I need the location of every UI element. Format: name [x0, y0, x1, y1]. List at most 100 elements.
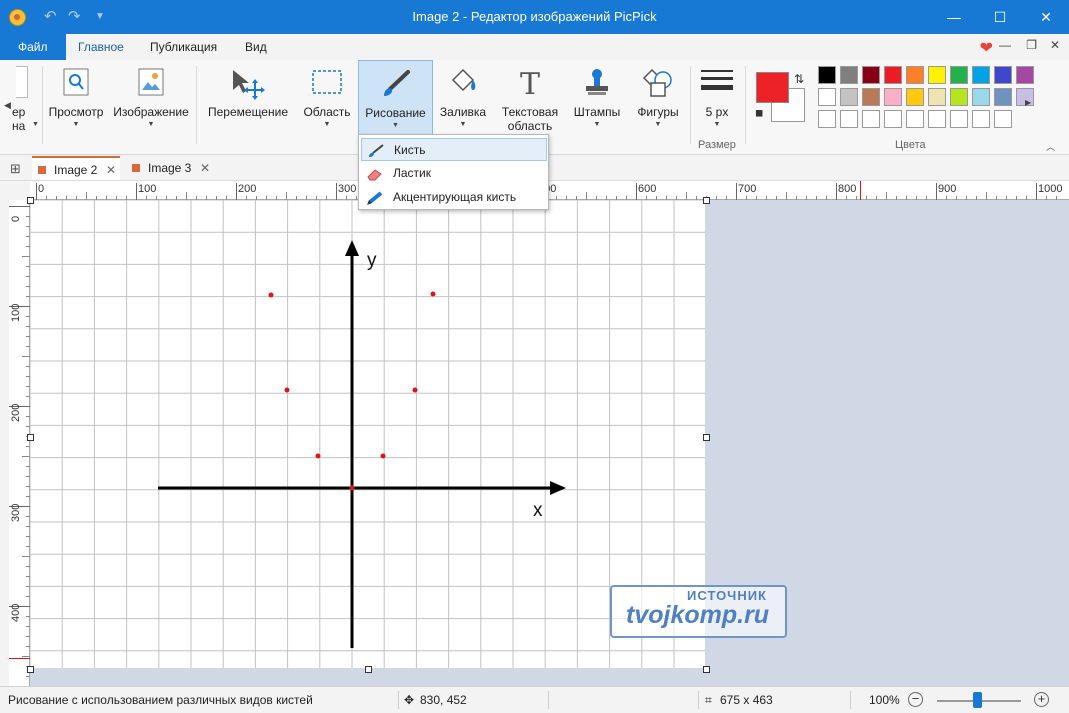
image-size: 675 x 463	[720, 693, 773, 707]
resize-handle[interactable]	[27, 434, 34, 441]
stamps-button[interactable]: Штампы ▼	[568, 60, 626, 148]
ruler-label: 700	[738, 183, 757, 195]
custom-color-swatch[interactable]	[818, 110, 836, 128]
zoom-slider-thumb[interactable]	[973, 692, 982, 708]
collapse-ribbon-icon[interactable]: ︿	[1046, 140, 1055, 153]
custom-color-swatch[interactable]	[928, 110, 946, 128]
move-button[interactable]: Перемещение	[202, 60, 294, 148]
cursor-position: 830, 452	[420, 693, 467, 707]
resize-handle[interactable]	[27, 197, 34, 204]
shapes-button[interactable]: Фигуры ▼	[630, 60, 686, 148]
color-swatch[interactable]	[994, 66, 1012, 84]
menu-file[interactable]: Файл	[6, 34, 60, 60]
custom-color-swatch[interactable]	[884, 110, 902, 128]
line-thickness-icon	[700, 68, 734, 97]
menu-item-brush[interactable]: Кисть	[361, 138, 547, 161]
menu-home[interactable]: Главное	[66, 34, 136, 60]
image-canvas[interactable]: y x	[30, 200, 706, 670]
close-button[interactable]: ✕	[1023, 0, 1069, 34]
ribbon-scroll-left-icon[interactable]: ◀	[4, 100, 11, 111]
color-swatch[interactable]	[994, 88, 1012, 106]
maximize-button[interactable]: ☐	[977, 0, 1023, 34]
ribbon-scroll-right-icon[interactable]: ▶	[1025, 98, 1031, 107]
ruler-label: 200	[238, 183, 257, 195]
cursor-marker	[9, 658, 30, 659]
tab-image-2[interactable]: Image 2 ✕	[32, 156, 120, 180]
color-swatch[interactable]	[884, 66, 902, 84]
tab-image-3[interactable]: Image 3 ✕	[126, 156, 214, 180]
close-doc-icon[interactable]: ✕	[1050, 38, 1060, 52]
color-swatch[interactable]	[840, 66, 858, 84]
menu-bar: Файл Главное Публикация Вид ❤ — ❐ ✕	[0, 34, 1069, 60]
cut-button-label-top[interactable]: ер	[12, 105, 25, 119]
tabs-grid-icon[interactable]: ⊞	[10, 161, 21, 177]
ribbon-minimize-icon[interactable]: —	[999, 38, 1011, 52]
minimize-button[interactable]: —	[931, 0, 977, 34]
menu-item-accent-brush[interactable]: Акцентирующая кисть	[361, 186, 547, 209]
close-tab-icon[interactable]: ✕	[106, 158, 116, 182]
custom-color-swatch[interactable]	[950, 110, 968, 128]
resize-handle[interactable]	[703, 434, 710, 441]
heart-icon[interactable]: ❤	[980, 38, 993, 58]
color-swatch[interactable]	[950, 66, 968, 84]
color-swatch[interactable]	[818, 66, 836, 84]
color-swatch[interactable]	[950, 88, 968, 106]
color-swatch[interactable]	[928, 88, 946, 106]
color-swatch[interactable]	[862, 66, 880, 84]
area-button[interactable]: Область ▼	[298, 60, 356, 148]
zoom-out-button[interactable]: −	[908, 692, 923, 707]
menu-item-eraser[interactable]: Ластик	[361, 162, 547, 185]
menu-view[interactable]: Вид	[233, 34, 279, 60]
move-icon	[231, 68, 265, 103]
zoom-in-button[interactable]: +	[1034, 692, 1049, 707]
restore-icon[interactable]: ❐	[1026, 38, 1037, 52]
color-swatch[interactable]	[972, 66, 990, 84]
image-size-icon: ⌗	[705, 693, 712, 707]
point	[268, 292, 274, 298]
color-swatch[interactable]	[884, 88, 902, 106]
custom-color-swatch[interactable]	[994, 110, 1012, 128]
window-title: Image 2 - Редактор изображений PicPick	[412, 9, 657, 24]
custom-color-swatch[interactable]	[862, 110, 880, 128]
brush-icon	[380, 69, 412, 102]
ruler-label: 300	[10, 503, 22, 522]
reset-colors-icon[interactable]: ◼	[755, 108, 763, 119]
status-hint: Рисование с использованием различных вид…	[8, 693, 313, 707]
custom-color-swatch[interactable]	[972, 110, 990, 128]
preview-icon	[63, 68, 89, 99]
resize-handle[interactable]	[703, 666, 710, 673]
ruler-label: 0	[38, 183, 45, 195]
image-button[interactable]: Изображение ▼	[110, 60, 192, 148]
ruler-label: 300	[338, 183, 357, 195]
color-swatch[interactable]	[906, 66, 924, 84]
color-swatch[interactable]	[1016, 66, 1034, 84]
resize-handle[interactable]	[365, 666, 372, 673]
custom-color-swatch[interactable]	[840, 110, 858, 128]
color-swatch[interactable]	[818, 88, 836, 106]
ruler-label: 400	[10, 603, 22, 622]
x-axis-label: x	[533, 500, 543, 521]
color-swatch[interactable]	[906, 88, 924, 106]
source-watermark: ИСТОЧНИК tvojkomp.ru	[610, 585, 787, 638]
ruler-label: 800	[838, 183, 857, 195]
primary-color[interactable]	[756, 72, 789, 103]
color-swatch[interactable]	[928, 66, 946, 84]
close-tab-icon[interactable]: ✕	[200, 156, 210, 180]
color-swatch[interactable]	[840, 88, 858, 106]
menu-publish[interactable]: Публикация	[138, 34, 229, 60]
custom-color-swatch[interactable]	[906, 110, 924, 128]
color-swatch[interactable]	[862, 88, 880, 106]
cut-button-label-bottom[interactable]: на	[12, 119, 25, 133]
swap-colors-icon[interactable]: ⇅	[794, 72, 804, 86]
resize-handle[interactable]	[27, 666, 34, 673]
preview-button[interactable]: Просмотр ▼	[44, 60, 108, 148]
cursor-marker	[860, 181, 861, 200]
size-button[interactable]: 5 px ▼	[694, 60, 740, 148]
draw-button[interactable]: Рисование ▼	[358, 60, 433, 135]
resize-handle[interactable]	[703, 197, 710, 204]
color-swatch[interactable]	[972, 88, 990, 106]
image-tab-icon	[132, 164, 140, 172]
ruler-label: 0	[10, 215, 22, 222]
cursor-position-icon: ✥	[404, 693, 415, 707]
ruler-label: 1000	[1038, 183, 1063, 195]
